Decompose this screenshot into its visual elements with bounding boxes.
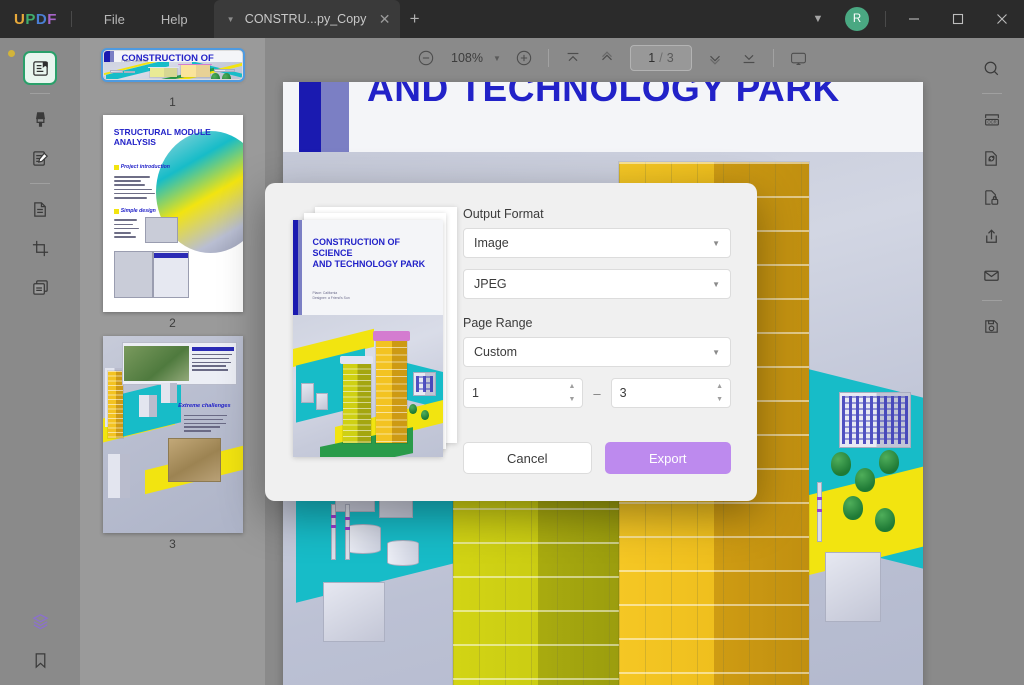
cancel-button[interactable]: Cancel (463, 442, 592, 474)
export-form: Output Format Image ▼ JPEG ▼ Page Range … (453, 207, 757, 501)
chevron-down-icon: ▼ (712, 347, 720, 357)
spinner-down-icon[interactable]: ▼ (716, 396, 723, 403)
range-to-input[interactable]: 3 ▲ ▼ (610, 378, 732, 408)
output-format-select[interactable]: Image ▼ (463, 228, 731, 258)
image-subformat-value: JPEG (474, 277, 507, 291)
range-dash: – (593, 385, 601, 401)
preview-subtitle: Place: California Designer: a Friend's S… (312, 291, 350, 300)
page-range-select[interactable]: Custom ▼ (463, 337, 731, 367)
output-format-value: Image (474, 236, 509, 250)
chevron-down-icon: ▼ (712, 238, 720, 248)
range-from-stepper[interactable]: ▲ ▼ (568, 383, 575, 403)
range-to-value: 3 (619, 386, 627, 400)
page-range-row: 1 ▲ ▼ – 3 ▲ ▼ (463, 378, 732, 408)
export-preview: CONSTRUCTION OF SCIENCE AND TECHNOLOGY P… (265, 207, 457, 501)
preview-title: CONSTRUCTION OF SCIENCE AND TECHNOLOGY P… (312, 236, 426, 270)
page-range-value: Custom (474, 345, 518, 359)
updf-window: U P D F File Help ▼ CONSTRU...py_Copy ✕ … (0, 0, 1024, 685)
spinner-down-icon[interactable]: ▼ (568, 396, 575, 403)
dialog-buttons: Cancel Export (463, 442, 731, 474)
image-subformat-select[interactable]: JPEG ▼ (463, 269, 731, 299)
range-from-value: 1 (472, 386, 479, 400)
chevron-down-icon: ▼ (712, 279, 720, 289)
page-range-label: Page Range (463, 316, 533, 330)
spinner-up-icon[interactable]: ▲ (716, 383, 723, 390)
export-dialog: CONSTRUCTION OF SCIENCE AND TECHNOLOGY P… (265, 183, 757, 501)
export-button[interactable]: Export (604, 442, 731, 474)
range-to-stepper[interactable]: ▲ ▼ (716, 383, 723, 403)
preview-sheet-front: CONSTRUCTION OF SCIENCE AND TECHNOLOGY P… (293, 220, 443, 457)
spinner-up-icon[interactable]: ▲ (568, 383, 575, 390)
output-format-label: Output Format (463, 207, 544, 221)
range-from-input[interactable]: 1 ▲ ▼ (463, 378, 584, 408)
